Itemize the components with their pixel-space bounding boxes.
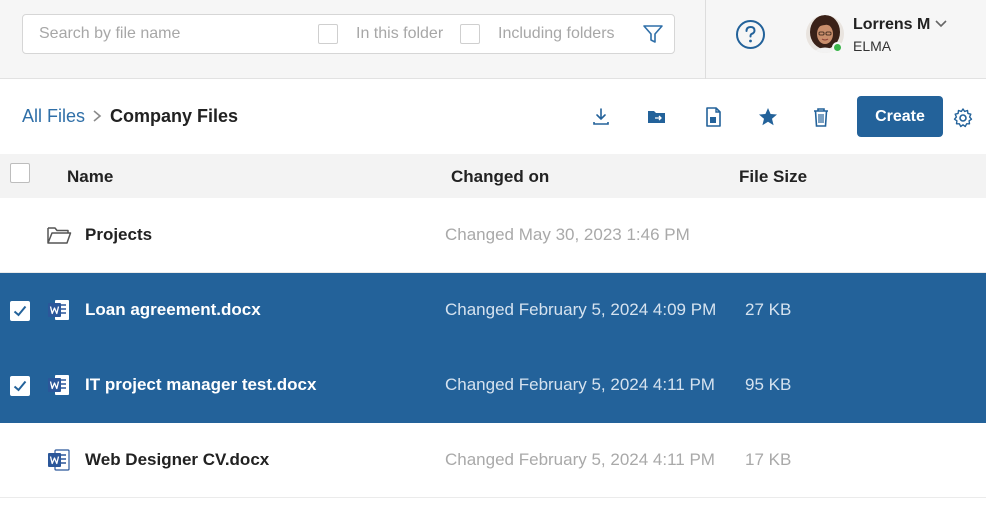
row-checkbox[interactable] (10, 376, 30, 396)
in-this-folder-checkbox[interactable] (318, 24, 338, 44)
column-header-name[interactable]: Name (67, 167, 113, 187)
changed-on: Changed February 5, 2024 4:09 PM (445, 300, 717, 319)
chevron-right-icon (93, 110, 102, 122)
gear-icon[interactable] (952, 107, 974, 129)
word-doc-icon (48, 300, 69, 320)
file-size: 95 KB (745, 375, 792, 394)
search-input[interactable] (23, 15, 313, 53)
table-row[interactable]: Loan agreement.docx Changed February 5, … (0, 273, 986, 348)
help-icon[interactable] (735, 19, 766, 50)
star-icon[interactable] (756, 105, 780, 129)
file-name[interactable]: Web Designer CV.docx (85, 450, 269, 470)
top-bar: In this folder Including folders Lorrens… (0, 0, 986, 79)
changed-on: Changed February 5, 2024 4:11 PM (445, 375, 715, 394)
including-folders-label: Including folders (498, 25, 615, 42)
table-row[interactable]: Web Designer CV.docx Changed February 5,… (0, 423, 986, 498)
create-button[interactable]: Create (857, 96, 943, 137)
online-status-dot (832, 42, 843, 53)
chevron-down-icon[interactable] (934, 19, 948, 29)
column-header-file-size[interactable]: File Size (739, 167, 807, 187)
move-folder-icon[interactable] (645, 105, 669, 129)
checkmark-icon (13, 305, 27, 317)
checkmark-icon (13, 380, 27, 392)
row-divider (0, 497, 986, 498)
table-row[interactable]: IT project manager test.docx Changed Feb… (0, 348, 986, 423)
changed-on: Changed May 30, 2023 1:46 PM (445, 225, 690, 244)
breadcrumb-all-files[interactable]: All Files (22, 106, 85, 127)
file-name[interactable]: IT project manager test.docx (85, 375, 316, 395)
table-row[interactable]: Projects Changed May 30, 2023 1:46 PM (0, 198, 986, 273)
trash-icon[interactable] (809, 105, 833, 129)
file-name[interactable]: Projects (85, 225, 152, 245)
word-doc-icon (48, 449, 70, 471)
search-box: In this folder Including folders (22, 14, 675, 54)
page-title: Company Files (110, 106, 239, 126)
including-folders-checkbox[interactable] (460, 24, 480, 44)
user-org: ELMA (853, 38, 892, 54)
table-header: Name Changed on File Size (0, 154, 986, 198)
filter-icon[interactable] (642, 23, 664, 45)
download-icon[interactable] (589, 105, 613, 129)
select-all-checkbox[interactable] (10, 163, 30, 183)
file-name[interactable]: Loan agreement.docx (85, 300, 261, 320)
user-name[interactable]: Lorrens M (853, 16, 930, 34)
file-size: 17 KB (745, 450, 792, 469)
in-this-folder-label: In this folder (356, 25, 444, 42)
row-checkbox[interactable] (10, 301, 30, 321)
column-header-changed-on[interactable]: Changed on (451, 167, 549, 187)
file-size: 27 KB (745, 300, 792, 319)
folder-icon (47, 227, 72, 244)
file-icon[interactable] (701, 105, 725, 129)
changed-on: Changed February 5, 2024 4:11 PM (445, 450, 715, 469)
word-doc-icon (48, 375, 69, 395)
header-divider (705, 0, 706, 79)
